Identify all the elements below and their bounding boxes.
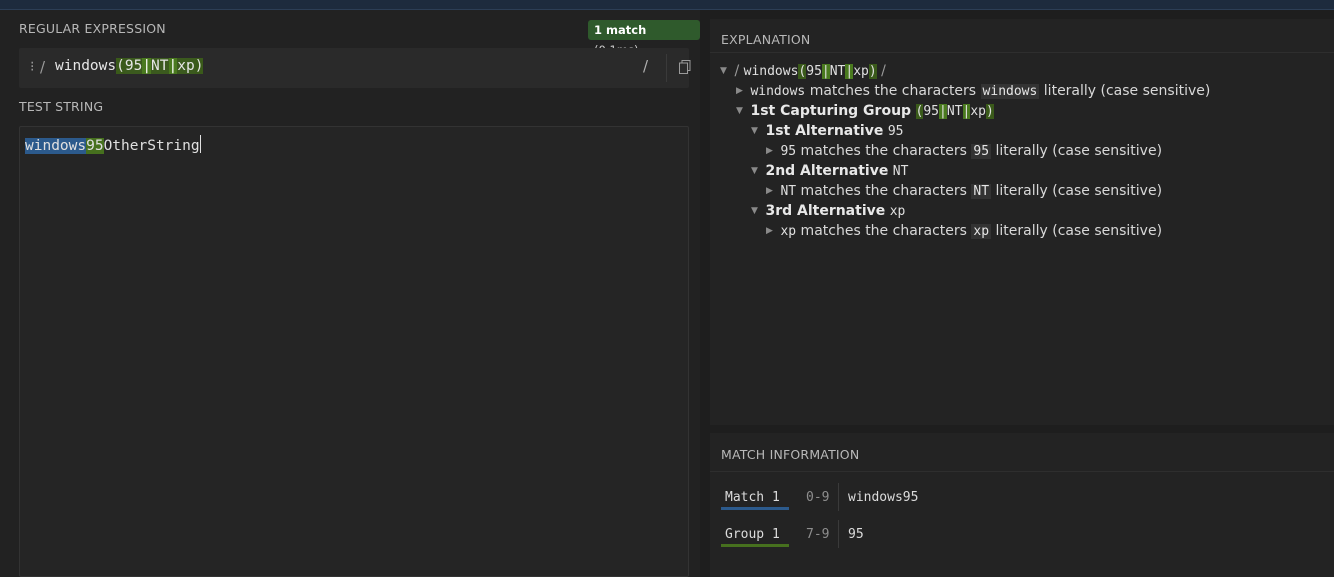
divider xyxy=(838,520,839,548)
top-bar xyxy=(0,0,1334,10)
regex-open-delimiter: / xyxy=(40,58,46,76)
divider xyxy=(666,54,667,82)
divider xyxy=(838,483,839,511)
regex-alt-2: NT xyxy=(151,58,169,74)
match-highlight: windows xyxy=(25,138,87,154)
divider xyxy=(710,471,1334,472)
editor-panel: REGULAR EXPRESSION 1 match (0.1ms) ⁝ / w… xyxy=(0,10,700,577)
explanation-literal[interactable]: ▶ windows matches the characters windows… xyxy=(736,83,1210,99)
regex-group-close: ) xyxy=(194,58,204,74)
match-label[interactable]: Match 1 xyxy=(725,490,780,505)
collapse-triangle-icon[interactable]: ▼ xyxy=(751,166,761,176)
match-info-label: MATCH INFORMATION xyxy=(721,447,860,462)
regex-section-label: REGULAR EXPRESSION xyxy=(19,21,166,36)
explanation-panel: EXPLANATION ▼ / windows(95|NT|xp) / ▶ wi… xyxy=(710,19,1334,425)
test-string-editor[interactable]: windows95OtherString xyxy=(19,126,689,577)
explanation-alt-1[interactable]: ▼ 1st Alternative 95 xyxy=(751,123,903,139)
collapse-triangle-icon[interactable]: ▼ xyxy=(751,206,761,216)
unmatched-text: OtherString xyxy=(103,138,200,154)
group-range: 7-9 xyxy=(806,527,830,542)
explanation-alt-3-desc[interactable]: ▶ xp matches the characters xp literally… xyxy=(766,223,1162,239)
match-info-panel: MATCH INFORMATION Match 1 0-9 windows95 … xyxy=(710,433,1334,577)
regex-flags-delimiter[interactable]: / xyxy=(643,57,648,75)
explanation-label: EXPLANATION xyxy=(721,32,811,47)
test-string-text[interactable]: windows95OtherString xyxy=(25,135,201,154)
copy-icon[interactable] xyxy=(679,60,691,74)
explanation-alt-1-desc[interactable]: ▶ 95 matches the characters 95 literally… xyxy=(766,143,1162,159)
regex-group-open: ( xyxy=(116,58,125,74)
match-count-badge: 1 match (0.1ms) xyxy=(588,20,700,57)
group-value: 95 xyxy=(848,527,864,542)
group-color-bar xyxy=(721,544,789,547)
expand-triangle-icon[interactable]: ▶ xyxy=(766,186,776,196)
regex-pattern[interactable]: windows(95|NT|xp) xyxy=(55,58,204,74)
explanation-root[interactable]: ▼ / windows(95|NT|xp) / xyxy=(720,63,886,79)
explanation-alt-3[interactable]: ▼ 3rd Alternative xp xyxy=(751,203,905,219)
match-value: windows95 xyxy=(848,490,919,505)
collapse-triangle-icon[interactable]: ▼ xyxy=(751,126,761,136)
expand-triangle-icon[interactable]: ▶ xyxy=(766,226,776,236)
group-label[interactable]: Group 1 xyxy=(725,527,780,542)
regex-input[interactable]: ⁝ / windows(95|NT|xp) / xyxy=(19,48,691,88)
regex-pipe: | xyxy=(142,58,152,74)
explanation-alt-2-desc[interactable]: ▶ NT matches the characters NT literally… xyxy=(766,183,1162,199)
regex-literal: windows xyxy=(55,58,117,74)
text-cursor xyxy=(199,135,201,153)
explanation-alt-2[interactable]: ▼ 2nd Alternative NT xyxy=(751,163,908,179)
collapse-triangle-icon[interactable]: ▼ xyxy=(720,66,730,76)
expand-triangle-icon[interactable]: ▶ xyxy=(736,86,746,96)
match-color-bar xyxy=(721,507,789,510)
regex-alt-1: 95 xyxy=(124,58,143,74)
collapse-triangle-icon[interactable]: ▼ xyxy=(736,106,746,116)
expand-triangle-icon[interactable]: ▶ xyxy=(766,146,776,156)
divider xyxy=(710,52,1334,53)
explanation-group[interactable]: ▼ 1st Capturing Group (95|NT|xp) xyxy=(736,103,994,119)
match-range: 0-9 xyxy=(806,490,830,505)
delimiter-menu-icon[interactable]: ⁝ xyxy=(30,59,34,75)
regex-pipe: | xyxy=(168,58,178,74)
match-count: 1 match xyxy=(594,23,647,37)
test-string-label: TEST STRING xyxy=(19,99,104,114)
regex-alt-3: xp xyxy=(177,58,195,74)
group-highlight: 95 xyxy=(86,138,104,154)
